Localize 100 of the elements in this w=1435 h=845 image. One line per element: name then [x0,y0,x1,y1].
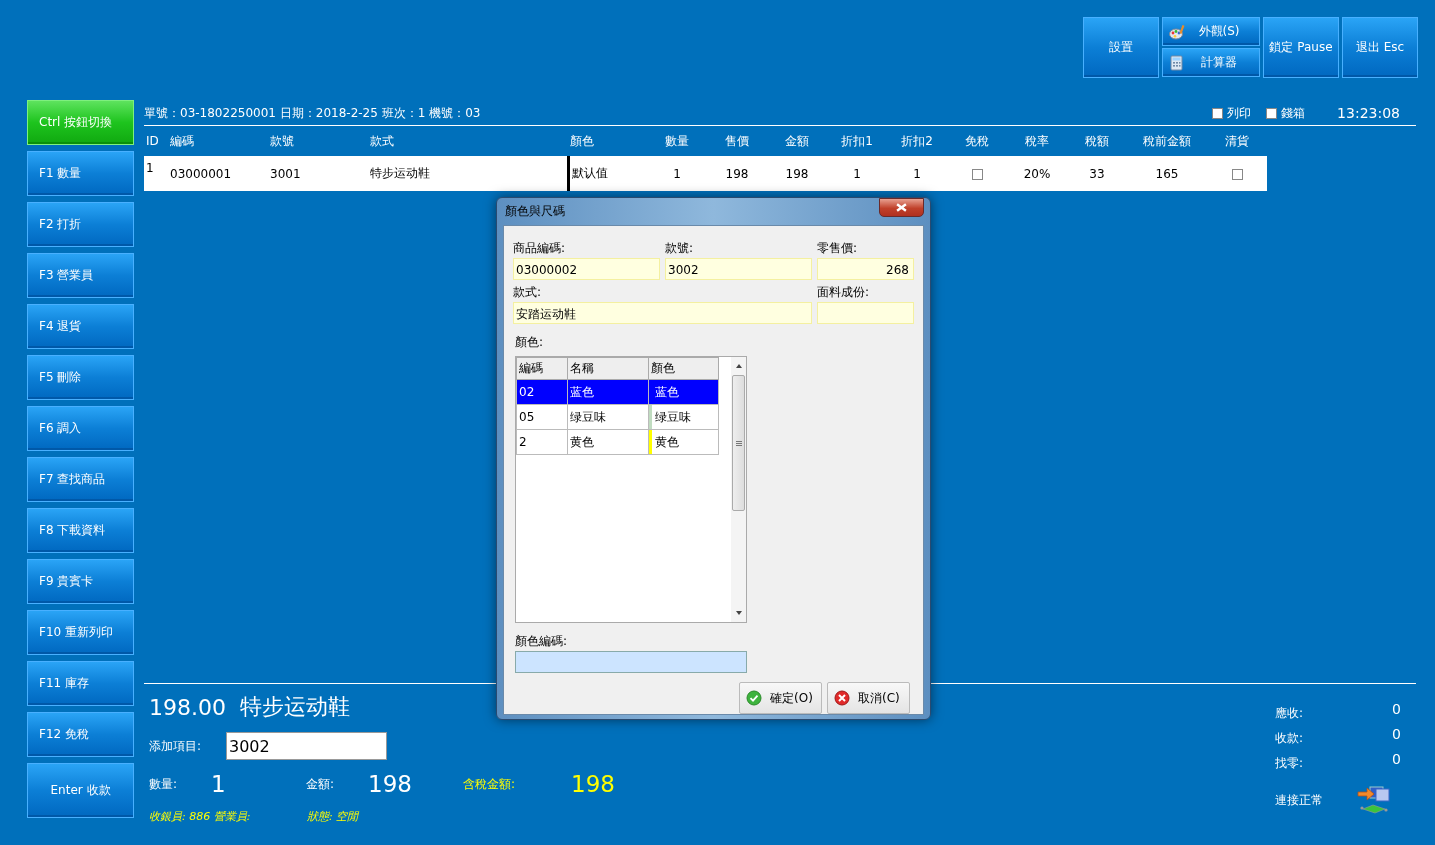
table-cell: 绿豆味 [567,404,649,430]
function-key-button[interactable]: F5 刪除 [27,355,134,400]
toolbar-button[interactable]: 鎖定 Pause [1263,17,1339,78]
toolbar-button[interactable]: 外觀(S) [1162,17,1260,46]
toolbar-button[interactable]: 計算器 [1162,48,1260,77]
function-key-button[interactable]: F9 貴賓卡 [27,559,134,604]
table-cell: 165 [1127,156,1207,191]
function-key-button[interactable]: F3 營業員 [27,253,134,298]
check-icon [746,690,762,706]
function-key-button[interactable]: Ctrl 按鈕切換 [27,100,134,145]
dialog-button[interactable]: 確定(O) [739,682,822,714]
checkbox[interactable] [1231,168,1243,180]
table-cell: 3001 [268,156,368,191]
table-cell: 黄色 [567,429,649,455]
close-icon [896,203,907,212]
color-list[interactable]: 編碼 名稱 顏色 02 蓝色 蓝色 05 绿豆味 绿豆味 2 黄色 黄色 [515,356,747,623]
status-text: 狀態: 空閒 [307,808,359,824]
section-label: 顏色: [515,334,545,351]
field-label: 款式: [513,284,543,301]
total-value: 1 [211,771,227,797]
add-item-field[interactable]: 3002 [226,732,387,760]
table-cell: 蓝色 [655,384,679,399]
column-header: 稅前金額 [1127,126,1207,156]
color-code-field[interactable] [515,651,747,673]
connection-status: 連接正常 [1275,791,1323,809]
column-header: 售價 [707,126,767,156]
text-field[interactable]: 03000002 [513,258,660,280]
cancel-icon [834,690,850,706]
list-row[interactable]: 02 蓝色 蓝色 [516,379,719,405]
payment-value: 0 [1392,751,1401,769]
table-cell: 20% [1007,156,1067,191]
toolbar-button[interactable]: 退出 Esc [1342,17,1418,78]
payment-label: 找零: [1275,755,1304,772]
table-cell: 02 [516,379,568,405]
text-field[interactable]: 3002 [665,258,812,280]
clock-time: 13:23:08 [1337,105,1400,121]
function-key-button[interactable]: F6 調入 [27,406,134,451]
payment-value: 0 [1392,701,1401,719]
column-header: 稅率 [1007,126,1067,156]
total-value: 198 [571,771,616,797]
close-button[interactable] [879,198,924,217]
network-computers-icon [1357,785,1391,815]
function-key-button[interactable]: F10 重新列印 [27,610,134,655]
field-label: 顏色編碼: [515,633,569,650]
table-cell: 黄色 [655,434,679,449]
table-cell: 1 [827,156,887,191]
column-header: 編碼 [516,357,568,380]
item-name: 特步运动鞋 [240,693,350,721]
function-key-button[interactable]: F8 下載資料 [27,508,134,553]
table-cell: 198 [707,156,767,191]
toolbar-button[interactable]: 設置 [1083,17,1159,78]
table-cell: 2 [516,429,568,455]
list-row[interactable]: 2 黄色 黄色 [516,429,719,455]
total-value: 198 [368,771,413,797]
table-cell: 默认值 [568,156,647,191]
column-header: 顏色 [568,126,647,156]
scrollbar[interactable] [731,357,746,622]
order-info: 單號：03-1802250001 日期：2018-2-25 班次：1 機號：03 [144,104,481,122]
column-header: 款號 [268,126,368,156]
dialog-button[interactable]: 取消(C) [827,682,910,714]
function-key-button[interactable]: F11 庫存 [27,661,134,706]
column-header: 編碼 [168,126,268,156]
column-header: 稅額 [1067,126,1127,156]
checkbox[interactable] [1266,107,1278,119]
field-label: 面料成份: [817,284,871,301]
table-cell: 1 [144,156,168,191]
checkbox[interactable] [971,168,983,180]
function-key-button[interactable]: F7 查找商品 [27,457,134,502]
column-header: 金額 [767,126,827,156]
field-label: 零售價: [817,240,859,257]
table-cell: 198 [767,156,827,191]
table-cell: 绿豆味 [655,409,691,424]
total-label: 含稅金額: [463,775,517,793]
status-text: 收銀員: 886 營業員: [149,808,252,824]
text-field[interactable] [817,302,914,324]
list-row[interactable]: 05 绿豆味 绿豆味 [516,404,719,430]
text-field[interactable]: 268 [817,258,914,280]
table-cell: 特步运动鞋 [368,156,568,191]
table-cell: 1 [647,156,707,191]
column-header: 折扣1 [827,126,887,156]
payment-label: 應收: [1275,705,1304,722]
payment-label: 收款: [1275,730,1304,747]
table-cell: 蓝色 [567,379,649,405]
function-key-button[interactable]: F2 打折 [27,202,134,247]
total-label: 數量: [149,775,179,793]
function-key-button[interactable]: F1 數量 [27,151,134,196]
table-cell: 03000001 [168,156,268,191]
text-field[interactable]: 安踏运动鞋 [513,302,812,324]
item-price: 198.00 [149,694,226,720]
scrollbar-thumb[interactable] [732,375,745,511]
total-label: 金額: [306,775,336,793]
dialog-title: 顏色與尺碼 [504,203,565,220]
function-key-button[interactable]: F12 免稅 [27,712,134,757]
checkbox[interactable] [1212,107,1224,119]
column-header: ID [144,126,168,156]
column-header: 名稱 [567,357,649,380]
function-key-button[interactable]: F4 退貨 [27,304,134,349]
column-header: 款式 [368,126,568,156]
column-header: 顏色 [648,357,719,380]
function-key-button[interactable]: Enter 收款 [27,763,134,818]
